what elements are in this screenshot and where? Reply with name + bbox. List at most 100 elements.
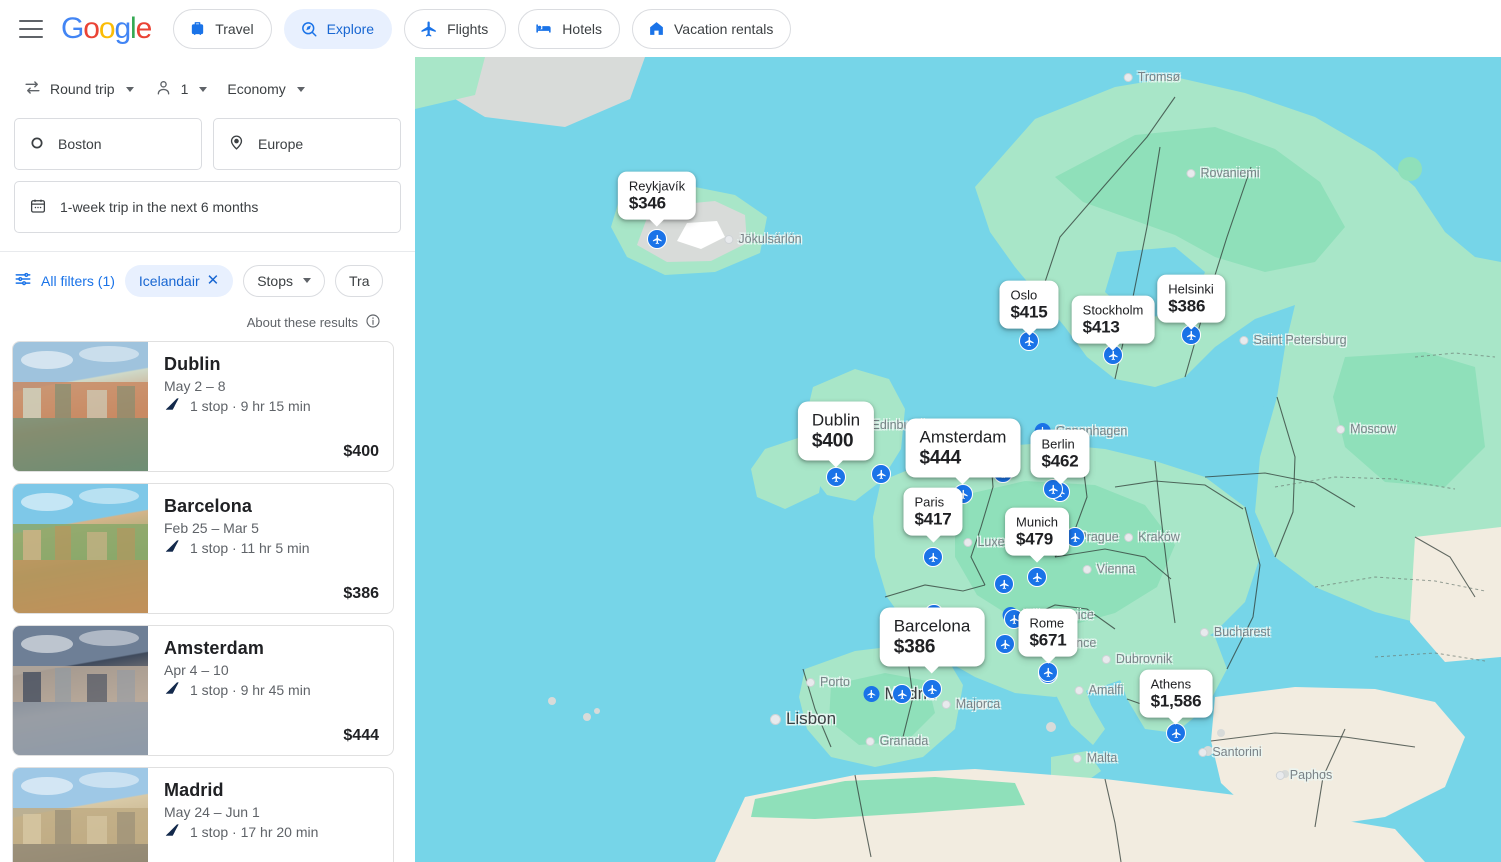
destination-card-body: AmsterdamApr 4 – 101 stop · 9 hr 45 min$… [148,626,393,755]
airport-pin-icon[interactable] [1027,567,1047,587]
destination-thumbnail [13,768,148,862]
nav-tab-travel[interactable]: Travel [173,9,271,49]
destination-thumbnail [13,626,148,755]
marker-city-label: Helsinki [1168,282,1214,297]
destination-thumbnail [13,342,148,471]
map-price-marker[interactable]: Athens$1,586 [1140,670,1213,718]
marker-city-label: Oslo [1010,288,1047,303]
destination-value: Europe [258,136,303,152]
filter-chip-airline[interactable]: Icelandair ✕ [125,265,233,297]
destination-price: $386 [164,585,379,603]
hotel-icon [534,19,553,38]
cabin-class-label: Economy [227,81,285,97]
nav-tab-flights[interactable]: Flights [404,9,506,49]
nav-tab-label: Flights [447,21,488,37]
nav-tab-label: Travel [215,21,253,37]
map-price-marker[interactable]: Helsinki$386 [1157,275,1225,323]
destination-result-card[interactable]: MadridMay 24 – Jun 11 stop · 17 hr 20 mi… [12,767,394,862]
airport-pin-icon[interactable] [923,547,943,567]
marker-city-label: Stockholm [1083,303,1144,318]
destination-field[interactable]: Europe [213,118,401,170]
marker-city-label: Munich [1016,515,1058,530]
all-filters-button[interactable]: All filters (1) [14,270,115,291]
map-price-marker[interactable]: Munich$479 [1005,508,1069,556]
search-panel: Round trip 1 Economy [0,57,415,862]
destination-stops-duration: 1 stop · 17 hr 20 min [190,824,318,840]
map-price-marker[interactable]: Amsterdam$444 [906,419,1021,478]
destination-card-body: BarcelonaFeb 25 – Mar 51 stop · 11 hr 5 … [148,484,393,613]
filter-chip-times[interactable]: Tra [335,265,383,297]
marker-city-label: Paris [914,495,951,510]
map-price-marker[interactable]: Paris$417 [903,488,962,536]
destination-card-body: MadridMay 24 – Jun 11 stop · 17 hr 20 mi… [148,768,393,862]
airport-pin-icon[interactable] [995,634,1015,654]
marker-price-label: $413 [1083,318,1144,338]
airport-pin-icon[interactable] [892,684,912,704]
marker-price-label: $671 [1029,631,1066,651]
chevron-down-icon [199,87,207,92]
map-price-marker[interactable]: Stockholm$413 [1072,296,1155,344]
marker-price-label: $444 [920,448,1007,470]
trip-type-selector[interactable]: Round trip [14,71,143,107]
filter-chip-stops[interactable]: Stops [243,265,325,297]
airport-pin-icon[interactable] [1166,723,1186,743]
luggage-icon [189,20,206,37]
marker-city-label: Athens [1151,677,1202,692]
nav-tab-vacation-rentals[interactable]: Vacation rentals [632,9,791,49]
destination-itinerary: 1 stop · 17 hr 20 min [164,823,379,841]
date-field[interactable]: 1-week trip in the next 6 months [14,181,401,233]
icelandair-logo-icon [164,397,181,415]
map-price-marker[interactable]: Dublin$400 [798,402,874,461]
origin-value: Boston [58,136,102,152]
filter-chip-row[interactable]: All filters (1) Icelandair ✕ Stops Tra [0,252,415,309]
airport-pin-icon[interactable] [826,467,846,487]
trip-type-label: Round trip [50,81,115,97]
all-filters-label: All filters (1) [41,273,115,289]
airport-pin-icon[interactable] [922,679,942,699]
airport-pin-icon[interactable] [1038,662,1058,682]
map-canvas[interactable]: .land { fill:#a8e6c8; } .land2 { fill:#8… [415,57,1501,862]
map-price-marker[interactable]: Barcelona$386 [880,608,985,667]
origin-field[interactable]: Boston [14,118,202,170]
destination-results-list: DublinMay 2 – 81 stop · 9 hr 15 min$400B… [0,341,415,862]
airport-pin-icon[interactable] [994,574,1014,594]
marker-price-label: $346 [629,194,685,214]
cabin-class-selector[interactable]: Economy [218,71,313,107]
chevron-down-icon [297,87,305,92]
icelandair-logo-icon [164,539,181,557]
destination-result-card[interactable]: BarcelonaFeb 25 – Mar 51 stop · 11 hr 5 … [12,483,394,614]
airport-pin-icon[interactable] [871,464,891,484]
house-icon [648,20,665,37]
marker-price-label: $386 [894,637,971,659]
about-these-results-row[interactable]: About these results [0,309,415,341]
nav-tab-hotels[interactable]: Hotels [518,9,620,49]
chevron-down-icon [126,87,134,92]
filter-chip-label: Stops [257,273,293,289]
destination-city: Madrid [164,780,379,801]
nav-tab-label: Vacation rentals [674,21,773,37]
info-icon[interactable] [365,313,381,332]
location-pin-icon [228,134,245,154]
passenger-selector[interactable]: 1 [145,71,217,107]
google-logo: Google [61,12,151,46]
map-price-marker[interactable]: Oslo$415 [999,281,1058,329]
airport-pin-icon[interactable] [647,229,667,249]
destination-itinerary: 1 stop · 9 hr 15 min [164,397,379,415]
location-fields: Boston Europe [0,107,415,170]
map-price-marker[interactable]: Rome$671 [1018,609,1077,657]
marker-price-label: $1,586 [1151,692,1202,712]
marker-city-label: Reykjavík [629,179,685,194]
marker-price-label: $400 [812,431,860,453]
calendar-icon [29,197,47,218]
close-icon[interactable]: ✕ [207,273,220,288]
nav-tab-explore[interactable]: Explore [284,9,392,49]
explore-icon [300,20,318,38]
destination-dates: May 2 – 8 [164,378,379,394]
map-price-marker[interactable]: Reykjavík$346 [618,172,696,220]
hamburger-menu-icon[interactable] [19,20,43,38]
destination-result-card[interactable]: DublinMay 2 – 81 stop · 9 hr 15 min$400 [12,341,394,472]
marker-city-label: Rome [1029,616,1066,631]
destination-result-card[interactable]: AmsterdamApr 4 – 101 stop · 9 hr 45 min$… [12,625,394,756]
map-price-marker[interactable]: Berlin$462 [1030,430,1089,478]
marker-price-label: $462 [1041,452,1078,472]
